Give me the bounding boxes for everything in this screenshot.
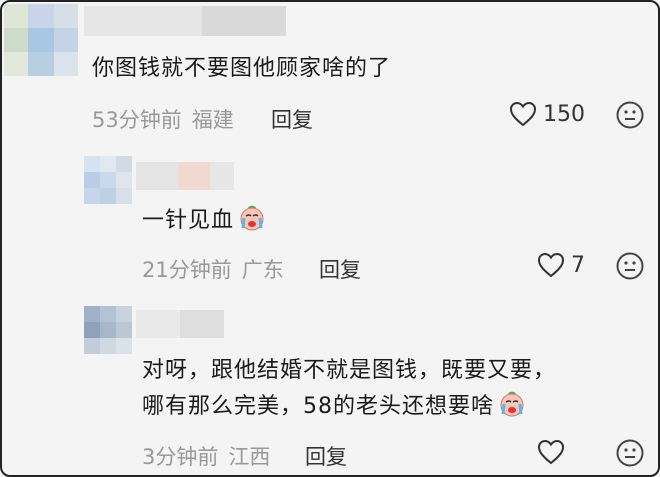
comment-text-line: 对呀，跟他结婚不就是图钱，既要又要， bbox=[142, 358, 557, 383]
avatar[interactable] bbox=[4, 4, 78, 76]
comment-location: 福建 bbox=[191, 108, 234, 132]
emoji-reaction-button[interactable] bbox=[615, 100, 645, 130]
reply-button[interactable]: 回复 bbox=[271, 104, 313, 134]
comment-meta: 53分钟前 福建 bbox=[92, 104, 234, 134]
comment-meta: 3分钟前 江西 bbox=[142, 441, 270, 471]
emoji-reaction-button[interactable] bbox=[615, 438, 645, 468]
neutral-face-icon bbox=[616, 101, 644, 129]
neutral-face-icon bbox=[616, 439, 644, 467]
heart-icon bbox=[537, 252, 565, 278]
username-blurred[interactable] bbox=[136, 162, 234, 190]
heart-icon bbox=[509, 101, 537, 127]
comment-text-line: 哪有那么完美，58的老头还想要啥 bbox=[142, 390, 556, 424]
comment-time: 3分钟前 bbox=[142, 445, 219, 469]
emoji-reaction-button[interactable] bbox=[615, 251, 645, 281]
like-count: 7 bbox=[571, 252, 585, 278]
username-blurred[interactable] bbox=[84, 6, 286, 36]
comment-location: 广东 bbox=[241, 258, 284, 282]
comment-text: 你图钱就不要图他顾家啥的了 bbox=[92, 56, 392, 81]
username-blurred[interactable] bbox=[136, 310, 224, 338]
like-button[interactable]: 7 bbox=[537, 252, 585, 278]
avatar[interactable] bbox=[84, 156, 132, 204]
reply-button[interactable]: 回复 bbox=[319, 254, 361, 284]
crying-face-icon bbox=[238, 204, 266, 232]
neutral-face-icon bbox=[616, 252, 644, 280]
reply-button[interactable]: 回复 bbox=[305, 441, 347, 471]
like-button[interactable] bbox=[537, 439, 571, 465]
comment-meta: 21分钟前 广东 bbox=[142, 254, 284, 284]
like-button[interactable]: 150 bbox=[509, 101, 585, 127]
crying-face-icon bbox=[498, 390, 526, 418]
comment-time: 53分钟前 bbox=[92, 108, 182, 132]
comment-location: 江西 bbox=[228, 445, 271, 469]
like-count: 150 bbox=[543, 101, 585, 127]
avatar[interactable] bbox=[84, 306, 132, 354]
comment-text: 一针见血 bbox=[142, 204, 266, 238]
comment-time: 21分钟前 bbox=[142, 258, 232, 282]
heart-icon bbox=[537, 439, 565, 465]
comment-text: 对呀，跟他结婚不就是图钱，既要又要， 哪有那么完美，58的老头还想要啥 bbox=[142, 354, 556, 424]
